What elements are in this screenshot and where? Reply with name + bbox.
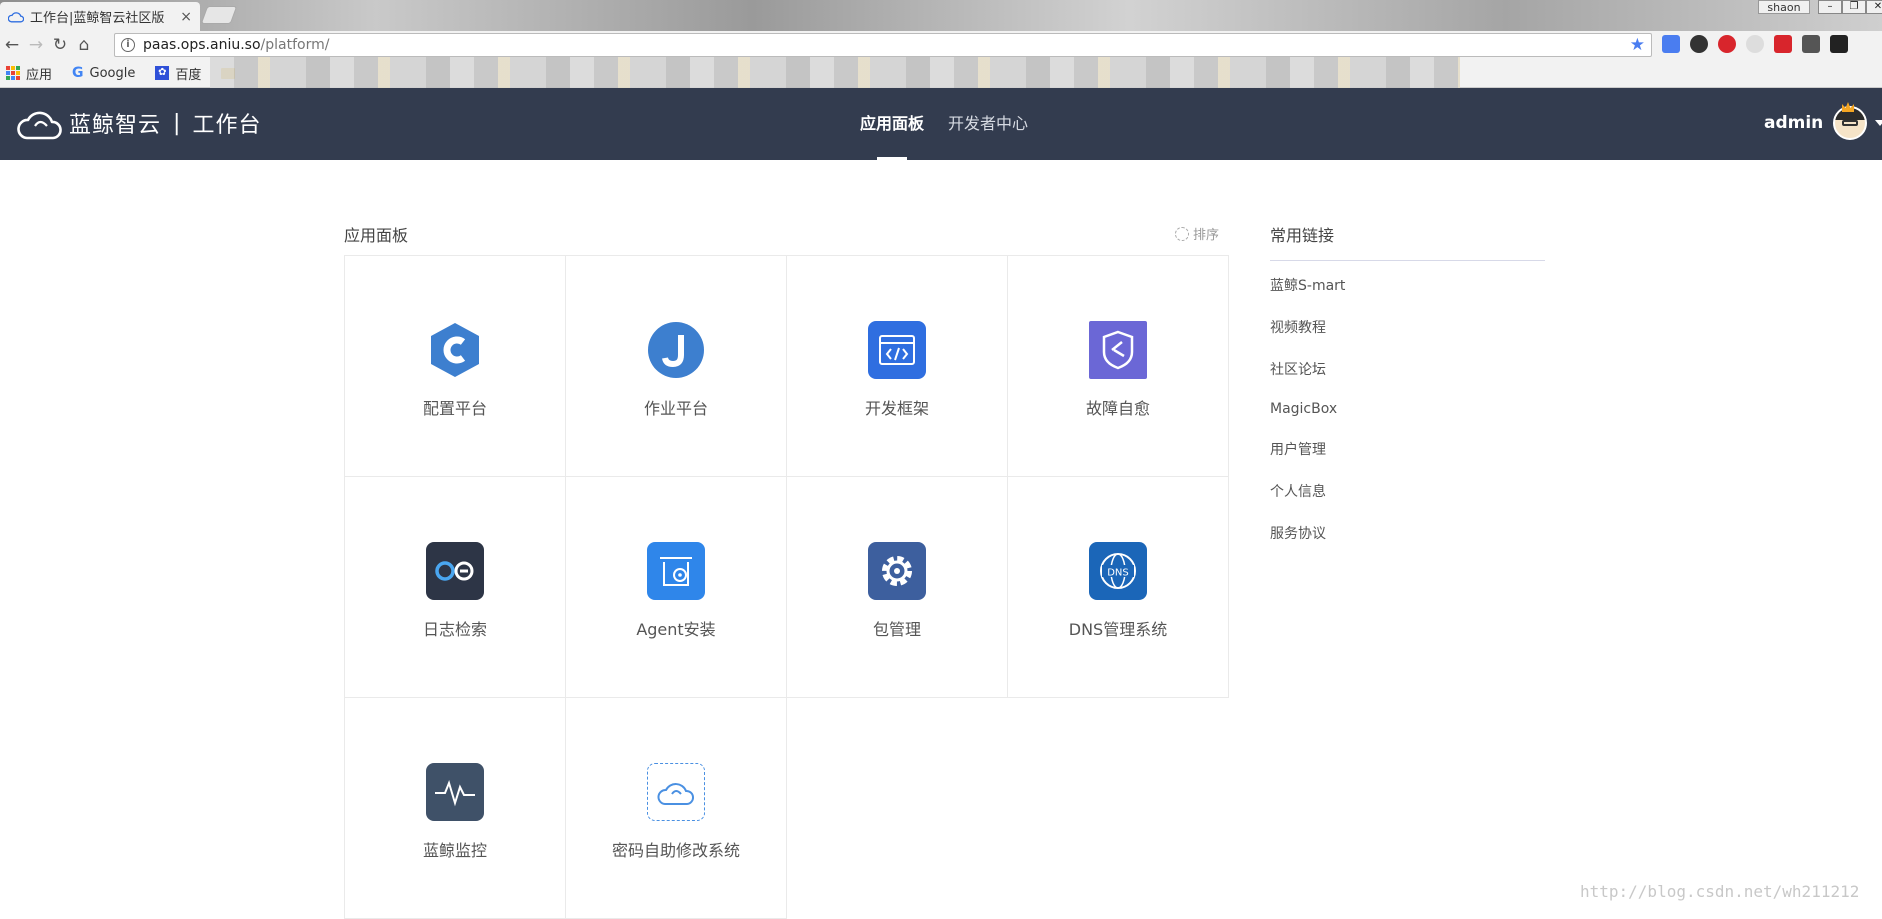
top-nav: 应用面板 开发者中心 bbox=[860, 88, 1052, 160]
app-tile-package-manager[interactable]: 包管理 bbox=[786, 476, 1008, 698]
nav-app-panel[interactable]: 应用面板 bbox=[860, 88, 924, 160]
url-text[interactable]: paas.ops.aniu.so/platform/ bbox=[143, 37, 1630, 53]
bookmark-star-icon[interactable]: ★ bbox=[1630, 35, 1645, 55]
link-user-management[interactable]: 用户管理 bbox=[1270, 439, 1545, 459]
gear-icon bbox=[1175, 226, 1189, 241]
app-name: DNS管理系统 bbox=[1068, 620, 1168, 639]
app-tile-job-platform[interactable]: 作业平台 bbox=[565, 255, 787, 477]
link-magicbox[interactable]: MagicBox bbox=[1270, 401, 1545, 417]
url-path: /platform/ bbox=[260, 37, 330, 53]
apps-icon bbox=[6, 66, 20, 80]
link-forum[interactable]: 社区论坛 bbox=[1270, 359, 1545, 379]
window-controls: – ❐ ✕ bbox=[1818, 0, 1882, 14]
app-tile-config-platform[interactable]: 配置平台 bbox=[344, 255, 566, 477]
restore-icon[interactable]: ❐ bbox=[1842, 0, 1866, 14]
browser-tab[interactable]: 工作台|蓝鲸智云社区版 × bbox=[0, 2, 200, 31]
bookmark-baidu[interactable]: ✿ 百度 bbox=[155, 64, 201, 83]
blurred-bookmarks bbox=[210, 57, 1460, 89]
bookmark-label: 百度 bbox=[175, 67, 202, 83]
fox-extension-icon[interactable] bbox=[1802, 35, 1820, 53]
link-profile[interactable]: 个人信息 bbox=[1270, 481, 1545, 501]
user-menu[interactable]: admin bbox=[1764, 106, 1882, 140]
password-cloud-icon bbox=[647, 763, 705, 821]
app-tile-monitor[interactable]: 蓝鲸监控 bbox=[344, 697, 566, 919]
bookmark-label: 应用 bbox=[26, 67, 53, 83]
agent-install-icon bbox=[647, 542, 705, 600]
app-tile-agent-install[interactable]: Agent安装 bbox=[565, 476, 787, 698]
dns-icon: DNS bbox=[1089, 542, 1147, 600]
app-tile-password[interactable]: 密码自助修改系统 bbox=[565, 697, 787, 919]
app-name: 密码自助修改系统 bbox=[611, 841, 740, 860]
tab-title: 工作台|蓝鲸智云社区版 bbox=[30, 11, 165, 26]
watermark: http://blog.csdn.net/wh211212 bbox=[1580, 882, 1860, 901]
app-name: 故障自愈 bbox=[1085, 399, 1150, 418]
opera-extension-icon[interactable] bbox=[1718, 35, 1736, 53]
nav-developer-center[interactable]: 开发者中心 bbox=[948, 88, 1028, 160]
home-icon[interactable]: ⌂ bbox=[72, 35, 96, 55]
app-tile-fault-healing[interactable]: 故障自愈 bbox=[1007, 255, 1229, 477]
new-tab-button[interactable] bbox=[200, 6, 238, 24]
brand-name: 蓝鲸智云 bbox=[69, 113, 162, 138]
app-name: 作业平台 bbox=[643, 399, 708, 418]
close-window-icon[interactable]: ✕ bbox=[1866, 0, 1882, 14]
package-gear-icon bbox=[868, 542, 926, 600]
bookmark-google[interactable]: G Google bbox=[72, 65, 135, 81]
username: admin bbox=[1764, 113, 1824, 133]
chevron-down-icon bbox=[1875, 120, 1882, 126]
brand-separator: | bbox=[173, 110, 181, 136]
fault-healing-icon bbox=[1089, 321, 1147, 379]
app-name: 蓝鲸监控 bbox=[422, 841, 487, 860]
url-host: paas.ops.aniu.so bbox=[143, 37, 261, 53]
browser-toolbar: ← → ↻ ⌂ i paas.ops.aniu.so/platform/ ★ bbox=[0, 31, 1882, 59]
crown-icon bbox=[1842, 102, 1854, 112]
app-tile-log-search[interactable]: 日志检索 bbox=[344, 476, 566, 698]
job-platform-icon bbox=[647, 321, 705, 379]
svg-text:DNS: DNS bbox=[1107, 568, 1129, 579]
translate-extension-icon[interactable] bbox=[1662, 35, 1680, 53]
tab-close-icon[interactable]: × bbox=[180, 9, 192, 25]
bookmark-label: Google bbox=[89, 65, 136, 81]
back-arrow-icon[interactable]: ← bbox=[0, 35, 24, 55]
dev-framework-icon bbox=[868, 321, 926, 379]
cloud-logo-icon bbox=[17, 111, 62, 140]
sort-button[interactable]: 排序 bbox=[1175, 224, 1219, 243]
app-name: 日志检索 bbox=[422, 620, 487, 639]
shield-extension-icon[interactable] bbox=[1774, 35, 1792, 53]
app-name: 开发框架 bbox=[864, 399, 929, 418]
app-name: 包管理 bbox=[872, 620, 921, 639]
app-tile-dev-framework[interactable]: 开发框架 bbox=[786, 255, 1008, 477]
link-smart[interactable]: 蓝鲸S-mart bbox=[1270, 275, 1545, 295]
link-service-agreement[interactable]: 服务协议 bbox=[1270, 523, 1545, 543]
browser-titlebar: 工作台|蓝鲸智云社区版 × shaon – ❐ ✕ bbox=[0, 0, 1882, 31]
app-name: Agent安装 bbox=[636, 620, 716, 639]
reload-icon[interactable]: ↻ bbox=[48, 35, 72, 55]
bookmark-apps[interactable]: 应用 bbox=[6, 64, 52, 83]
brand-subtitle: 工作台 bbox=[192, 113, 262, 138]
address-bar[interactable]: i paas.ops.aniu.so/platform/ ★ bbox=[114, 33, 1652, 57]
chat-extension-icon[interactable] bbox=[1690, 35, 1708, 53]
extension-icons bbox=[1662, 35, 1848, 53]
app-tile-dns[interactable]: DNS DNS管理系统 bbox=[1007, 476, 1229, 698]
forward-arrow-icon[interactable]: → bbox=[24, 35, 48, 55]
window-user-badge[interactable]: shaon bbox=[1758, 0, 1810, 14]
sort-label: 排序 bbox=[1193, 228, 1220, 243]
config-platform-icon bbox=[426, 321, 484, 379]
minimize-icon[interactable]: – bbox=[1818, 0, 1842, 14]
cloud-icon bbox=[8, 11, 24, 22]
links-title: 常用链接 bbox=[1270, 222, 1545, 261]
panel-title: 应用面板 bbox=[344, 226, 409, 245]
menu-extension-icon[interactable] bbox=[1830, 35, 1848, 53]
logo[interactable]: 蓝鲸智云 | 工作台 bbox=[17, 104, 261, 142]
globe-extension-icon[interactable] bbox=[1746, 35, 1764, 53]
app-header: 蓝鲸智云 | 工作台 应用面板 开发者中心 admin bbox=[0, 88, 1882, 160]
common-links: 常用链接 蓝鲸S-mart 视频教程 社区论坛 MagicBox 用户管理 个人… bbox=[1270, 222, 1545, 543]
link-video-tutorial[interactable]: 视频教程 bbox=[1270, 317, 1545, 337]
info-icon[interactable]: i bbox=[121, 38, 135, 52]
monitor-icon bbox=[426, 763, 484, 821]
baidu-icon: ✿ bbox=[155, 66, 170, 80]
app-name: 配置平台 bbox=[422, 399, 487, 418]
google-icon: G bbox=[72, 65, 84, 81]
log-search-icon bbox=[426, 542, 484, 600]
